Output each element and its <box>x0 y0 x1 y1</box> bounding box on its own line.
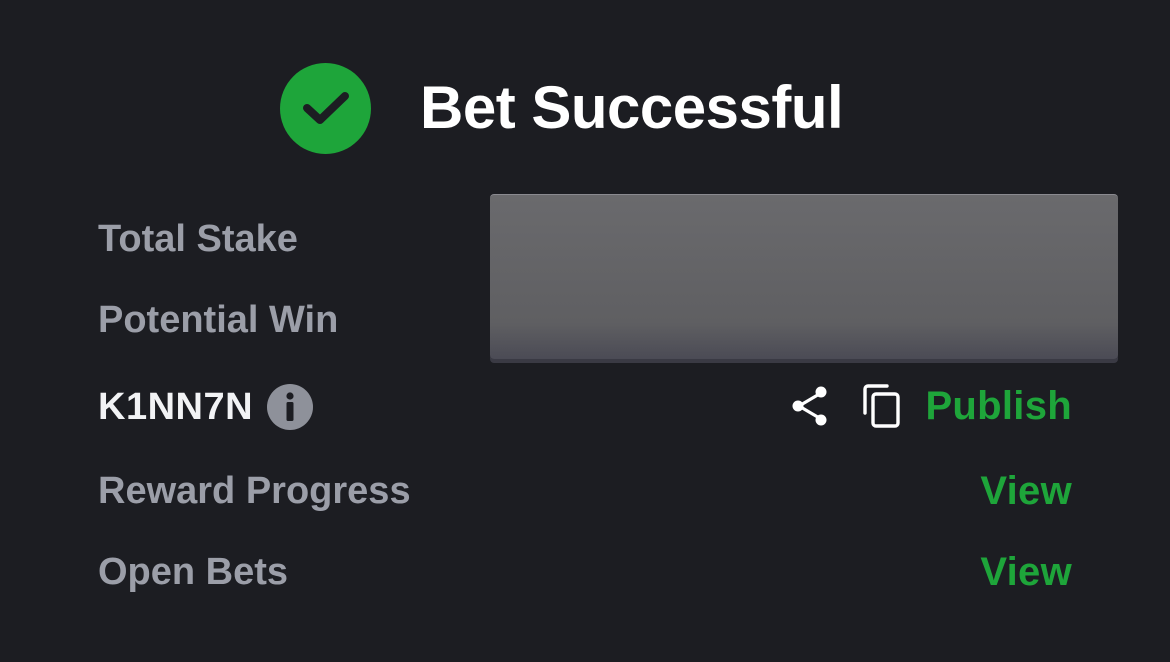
success-header: Bet Successful <box>280 62 844 154</box>
check-circle-icon <box>280 62 371 154</box>
redacted-amounts <box>490 194 1118 359</box>
reward-progress-label: Reward Progress <box>98 470 411 512</box>
reward-progress-view-link[interactable]: View <box>980 471 1072 511</box>
info-icon[interactable] <box>267 384 314 430</box>
potential-win-label: Potential Win <box>98 299 339 341</box>
share-icon[interactable] <box>789 383 831 429</box>
page-title: Bet Successful <box>420 74 844 141</box>
bet-code-actions: Publish <box>789 382 1072 430</box>
bet-code: K1NN7N <box>98 386 254 428</box>
open-bets-view-link[interactable]: View <box>980 552 1072 592</box>
copy-icon[interactable] <box>861 383 903 429</box>
bet-code-row: K1NN7N <box>98 384 314 430</box>
publish-button[interactable]: Publish <box>925 386 1072 426</box>
total-stake-label: Total Stake <box>98 218 298 260</box>
open-bets-label: Open Bets <box>98 551 289 593</box>
